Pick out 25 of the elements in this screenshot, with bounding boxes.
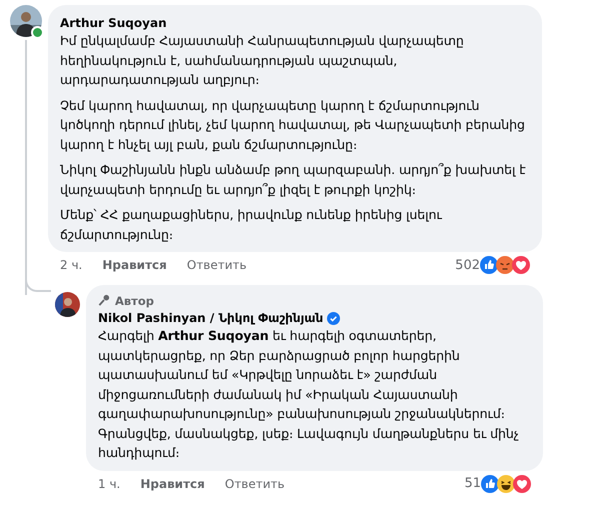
reply-text: Հարգելի Arthur Suqoyan եւ հարգելի օգտատերեր, պատկերացրեք, որ Ձեր բարձրացրած բոլոր հարցերին պատասխանում եմ «Կրթվելը նորաձեւ է» շարժման միջոցառումների ժամանակ իմ «Իրական Հայաստանի գաղափարախոսությունը» բանախոսության շրջանակներում։ Գրանցվեք, մասնակցեք, լսեք։ Լավագույն մաղթանքներս եւ մինչ հանդիպում։ (98, 327, 520, 462)
comment-text: Իմ ընկալմամբ Հայաստանի Հանրապետության վարչապետը հեղինակություն է, սահմանադրության պաշտպան, արդարադատության աղբյուր։ (60, 32, 465, 89)
like-link[interactable]: Нравится (102, 258, 167, 272)
timestamp[interactable]: 2 ч. (60, 258, 82, 272)
avatar[interactable] (10, 5, 42, 37)
like-reaction-icon (480, 256, 498, 274)
reaction-count[interactable]: 502 (455, 258, 480, 272)
timestamp[interactable]: 1 ч. (98, 476, 120, 490)
like-reaction-icon (481, 474, 499, 492)
avatar[interactable] (55, 292, 80, 317)
commenter-name[interactable]: Arthur Suqoyan (60, 16, 167, 30)
like-link[interactable]: Нравится (140, 476, 205, 490)
comment-text: Չեմ կարող հավատալ, որ վարչապետը կարող է ճշմարտություն կոծկողի դերում լինել, չեմ կարող հավատալ, թե Վարչապետի բերանից կարող է հնչել այլ բան, քան ճշմարտությունը։ (60, 96, 526, 154)
heart-reaction-icon (512, 256, 530, 274)
comment-text: Մենք՝ ՀՀ քաղաքացիներս, իրավունք ունենք իրենից լսելու ճշմարտությունը։ (60, 206, 443, 244)
heart-reaction-icon (513, 474, 531, 492)
reply-link[interactable]: Ответить (224, 476, 285, 490)
comment-text: Նիկոլ Փաշինյանն ինքն անձամբ թող պարզաբանի. արդյո՞ք խախտել է վարչապետի երդումը եւ արդյո՞ք լիզել է թուրքի կոշիկ։ (60, 161, 527, 199)
author-label: Автор (115, 294, 154, 308)
laughing-reaction-icon (497, 474, 515, 492)
page-name[interactable]: Nikol Pashinyan / Նիկոլ Փաշինյան (98, 311, 324, 325)
reaction-count[interactable]: 51 (464, 476, 481, 491)
reply-link[interactable]: Ответить (186, 258, 247, 272)
angry-reaction-icon (496, 256, 514, 274)
microphone-icon (98, 294, 111, 307)
